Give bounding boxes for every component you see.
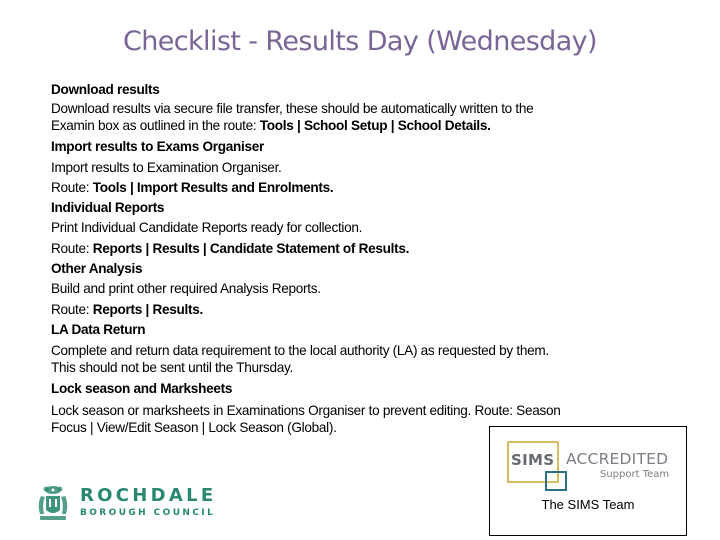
sims-logo-text: SIMS bbox=[511, 451, 555, 469]
section-heading-la-data-return: LA Data Return bbox=[51, 321, 146, 337]
support-team-text: Support Team bbox=[600, 469, 670, 480]
checklist-content: Download results Download results via se… bbox=[51, 80, 691, 436]
section-heading-lock-season: Lock season and Marksheets bbox=[51, 381, 233, 397]
section-route: Route: Reports | Results | Candidate Sta… bbox=[51, 240, 410, 256]
section-heading-import-results: Import results to Exams Organiser bbox=[51, 139, 264, 155]
sims-team-caption: The SIMS Team bbox=[541, 497, 635, 512]
page-title: Checklist - Results Day (Wednesday) bbox=[123, 26, 598, 57]
route-path: Tools | Import Results and Enrolments. bbox=[92, 179, 334, 195]
council-crest-icon bbox=[38, 486, 68, 520]
section-route: Examin box as outlined in the route: Too… bbox=[51, 118, 491, 134]
section-heading-other-analysis: Other Analysis bbox=[51, 261, 143, 277]
section-heading-download-results: Download results bbox=[51, 82, 160, 97]
route-path: Tools | School Setup | School Details. bbox=[259, 118, 491, 134]
section-route: Route: Tools | Import Results and Enrolm… bbox=[51, 179, 334, 195]
sims-accredited-logo-box: SIMS ACCREDITED Support Team The SIMS Te… bbox=[489, 426, 687, 536]
section-route: Route: Reports | Results. bbox=[51, 301, 204, 317]
route-path: Reports | Results. bbox=[92, 301, 204, 317]
council-subtitle: BOROUGH COUNCIL bbox=[80, 508, 216, 518]
section-text: Import results to Examination Organiser. bbox=[51, 159, 282, 175]
section-text: Build and print other required Analysis … bbox=[51, 281, 321, 297]
route-path: Reports | Results | Candidate Statement … bbox=[92, 240, 410, 256]
sims-blue-square-icon bbox=[545, 471, 567, 491]
section-text: Lock season or marksheets in Examination… bbox=[51, 402, 561, 418]
council-name: ROCHDALE bbox=[80, 485, 217, 506]
section-text: Download results via secure file transfe… bbox=[51, 101, 534, 117]
section-text: Complete and return data requirement to … bbox=[51, 343, 549, 359]
accredited-text: ACCREDITED bbox=[566, 450, 669, 468]
section-text: This should not be sent until the Thursd… bbox=[51, 360, 294, 376]
section-text: Print Individual Candidate Reports ready… bbox=[51, 220, 363, 236]
section-heading-individual-reports: Individual Reports bbox=[51, 200, 165, 216]
